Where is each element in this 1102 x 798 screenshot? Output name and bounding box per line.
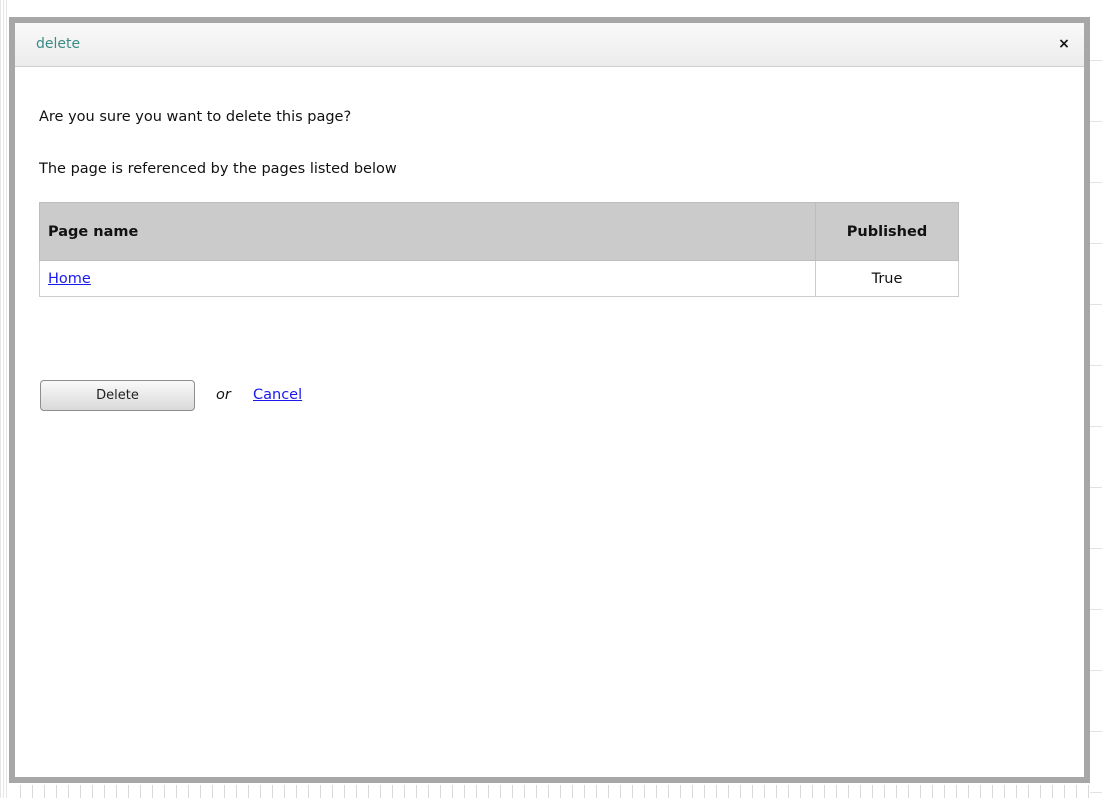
delete-button[interactable]: Delete bbox=[40, 380, 195, 411]
column-header-page-name: Page name bbox=[39, 202, 816, 261]
cancel-link[interactable]: Cancel bbox=[253, 387, 302, 403]
close-icon[interactable]: × bbox=[1055, 35, 1073, 53]
delete-dialog: delete × Are you sure you want to delete… bbox=[9, 17, 1090, 783]
dialog-titlebar: delete × bbox=[15, 23, 1084, 67]
column-header-published: Published bbox=[815, 202, 959, 261]
referencing-pages-table: Page name Published Home True bbox=[39, 202, 959, 297]
backdrop-right-edge bbox=[1090, 0, 1102, 798]
confirm-message: Are you sure you want to delete this pag… bbox=[39, 109, 352, 125]
table-row: Home True bbox=[39, 260, 959, 297]
backdrop-bottom-edge bbox=[9, 785, 1090, 798]
or-separator: or bbox=[216, 387, 231, 403]
table-header-row: Page name Published bbox=[39, 202, 959, 261]
cell-published: True bbox=[815, 260, 959, 297]
page-link-home[interactable]: Home bbox=[48, 271, 91, 287]
cell-page-name: Home bbox=[39, 260, 816, 297]
backdrop-left-edge bbox=[0, 0, 9, 798]
referenced-message: The page is referenced by the pages list… bbox=[39, 161, 397, 177]
dialog-title: delete bbox=[36, 36, 81, 52]
